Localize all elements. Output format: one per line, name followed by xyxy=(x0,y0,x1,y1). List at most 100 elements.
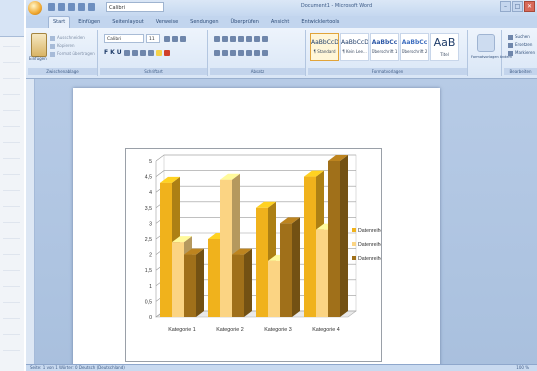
superscript-icon[interactable] xyxy=(139,49,146,56)
paragraph-group: Absatz xyxy=(210,30,306,76)
italic-icon[interactable]: K xyxy=(110,49,115,56)
style-sample: AaBbCc xyxy=(401,39,428,46)
find-button[interactable]: Suchen xyxy=(508,34,530,40)
zoom-level[interactable]: 100 % xyxy=(516,365,529,371)
y-tick-label: 0,5 xyxy=(145,299,152,305)
y-tick-label: 1 xyxy=(149,284,152,290)
grow-font-icon[interactable] xyxy=(164,35,170,42)
tab-start[interactable]: Start xyxy=(48,16,71,28)
decrease-indent-icon[interactable] xyxy=(238,35,244,42)
paragraph-row-2 xyxy=(214,48,268,57)
bullets-icon[interactable] xyxy=(214,35,220,42)
clipboard-group-label: Zwischenablage xyxy=(28,68,97,75)
close-button[interactable]: ✕ xyxy=(524,1,535,12)
legend-swatch xyxy=(352,256,356,260)
paragraph-group-label: Absatz xyxy=(210,68,305,75)
tab-review[interactable]: Überprüfen xyxy=(227,16,263,28)
style-title[interactable]: AaB Titel xyxy=(430,33,459,61)
increase-indent-icon[interactable] xyxy=(246,35,252,42)
undo-icon[interactable] xyxy=(58,3,65,11)
bar-2-1 xyxy=(172,242,184,317)
font-name-select[interactable]: Calibri xyxy=(104,34,144,43)
chart-object[interactable]: 0 0,5 1 1,5 2 2,5 3 3,5 4 4,5 5 Kategorie 1 Kategori… xyxy=(125,148,382,362)
bar-side xyxy=(292,217,300,317)
tab-mailings[interactable]: Sendungen xyxy=(186,16,222,28)
copy-button[interactable]: Kopieren xyxy=(50,43,75,49)
shrink-font-icon[interactable] xyxy=(172,35,178,42)
y-tick-label: 4,5 xyxy=(145,175,152,181)
style-name: ¶ Kein Lee... xyxy=(342,49,367,54)
quick-access-font-combo[interactable]: Calibri xyxy=(106,2,164,12)
adjacent-window-toolbar xyxy=(0,0,24,37)
tab-references[interactable]: Verweise xyxy=(152,16,182,28)
y-tick-label: 3,5 xyxy=(145,206,152,212)
office-button[interactable] xyxy=(28,1,42,15)
justify-icon[interactable] xyxy=(238,49,244,56)
y-tick-label: 2,5 xyxy=(145,237,152,243)
bar-side xyxy=(340,155,348,317)
subscript-icon[interactable] xyxy=(131,49,138,56)
save-icon[interactable] xyxy=(48,3,55,11)
redo-icon[interactable] xyxy=(68,3,75,11)
align-left-icon[interactable] xyxy=(214,49,220,56)
adjacent-window-panel xyxy=(0,0,26,371)
style-heading-2[interactable]: AaBbCc Überschrift 2 xyxy=(400,33,429,61)
highlight-icon[interactable] xyxy=(155,49,162,56)
underline-icon[interactable]: U xyxy=(117,49,122,56)
status-bar: Seite: 1 von 1 Wörter: 0 Deutsch (Deutsc… xyxy=(26,364,537,371)
x-tick-label: Kategorie 4 xyxy=(312,327,340,333)
paste-button-label[interactable]: Einfügen xyxy=(29,56,47,61)
y-tick-label: 1,5 xyxy=(145,268,152,274)
bar-1-3 xyxy=(256,207,268,317)
legend-label: Datenreihe 1 xyxy=(358,228,381,234)
paragraph-row-1 xyxy=(214,34,268,43)
tab-page-layout[interactable]: Seitenlayout xyxy=(108,16,147,28)
y-tick-label: 5 xyxy=(149,159,152,165)
select-button[interactable]: Markieren xyxy=(508,50,535,56)
bar-2-3 xyxy=(268,260,280,317)
cut-button[interactable]: Ausschneiden xyxy=(50,35,85,41)
change-case-icon[interactable] xyxy=(147,49,154,56)
shading-icon[interactable] xyxy=(254,49,260,56)
legend-swatch xyxy=(352,228,356,232)
bar-1-2 xyxy=(208,239,220,317)
minimize-button[interactable]: – xyxy=(500,1,511,12)
change-styles-icon[interactable] xyxy=(477,34,495,52)
strikethrough-icon[interactable] xyxy=(123,49,130,56)
y-tick-label: 4 xyxy=(149,190,152,196)
align-right-icon[interactable] xyxy=(230,49,236,56)
replace-button[interactable]: Ersetzen xyxy=(508,42,532,48)
bar-side xyxy=(244,248,252,317)
font-size-select[interactable]: 11 xyxy=(146,34,160,43)
styles-group-label: Formatvorlagen xyxy=(308,68,467,75)
style-no-spacing[interactable]: AaBbCcDc ¶ Kein Lee... xyxy=(340,33,369,61)
print-preview-icon[interactable] xyxy=(78,3,85,11)
sort-icon[interactable] xyxy=(254,35,260,42)
tab-view[interactable]: Ansicht xyxy=(267,16,293,28)
format-painter-button[interactable]: Format übertragen xyxy=(50,51,95,57)
tab-insert[interactable]: Einfügen xyxy=(74,16,104,28)
tab-developer[interactable]: Entwicklertools xyxy=(297,16,343,28)
document-page[interactable]: 0 0,5 1 1,5 2 2,5 3 3,5 4 4,5 5 Kategorie 1 Kategori… xyxy=(73,88,440,371)
font-color-icon[interactable] xyxy=(163,49,170,56)
style-name: Titel xyxy=(440,52,449,57)
bar-2-4 xyxy=(316,229,328,317)
column-chart: 0 0,5 1 1,5 2 2,5 3 3,5 4 4,5 5 Kategorie 1 Kategori… xyxy=(145,154,381,333)
align-center-icon[interactable] xyxy=(222,49,228,56)
maximize-button[interactable]: □ xyxy=(512,1,523,12)
numbering-icon[interactable] xyxy=(222,35,228,42)
vertical-ruler xyxy=(26,79,35,365)
editing-group: Suchen Ersetzen Markieren Bearbeiten xyxy=(504,30,537,76)
paste-icon[interactable] xyxy=(31,33,47,57)
quick-access-dropdown-icon[interactable] xyxy=(88,3,95,11)
bar-3-1 xyxy=(184,254,196,317)
style-heading-1[interactable]: AaBbCc Überschrift 1 xyxy=(370,33,399,61)
line-spacing-icon[interactable] xyxy=(246,49,252,56)
bold-icon[interactable]: F xyxy=(104,49,108,56)
show-marks-icon[interactable] xyxy=(262,35,268,42)
clear-format-icon[interactable] xyxy=(180,35,186,42)
multilevel-list-icon[interactable] xyxy=(230,35,236,42)
borders-icon[interactable] xyxy=(262,49,268,56)
style-standard[interactable]: AaBbCcDc ¶ Standard xyxy=(310,33,339,61)
font-group: Calibri 11 F K U Schriftart xyxy=(100,30,208,76)
